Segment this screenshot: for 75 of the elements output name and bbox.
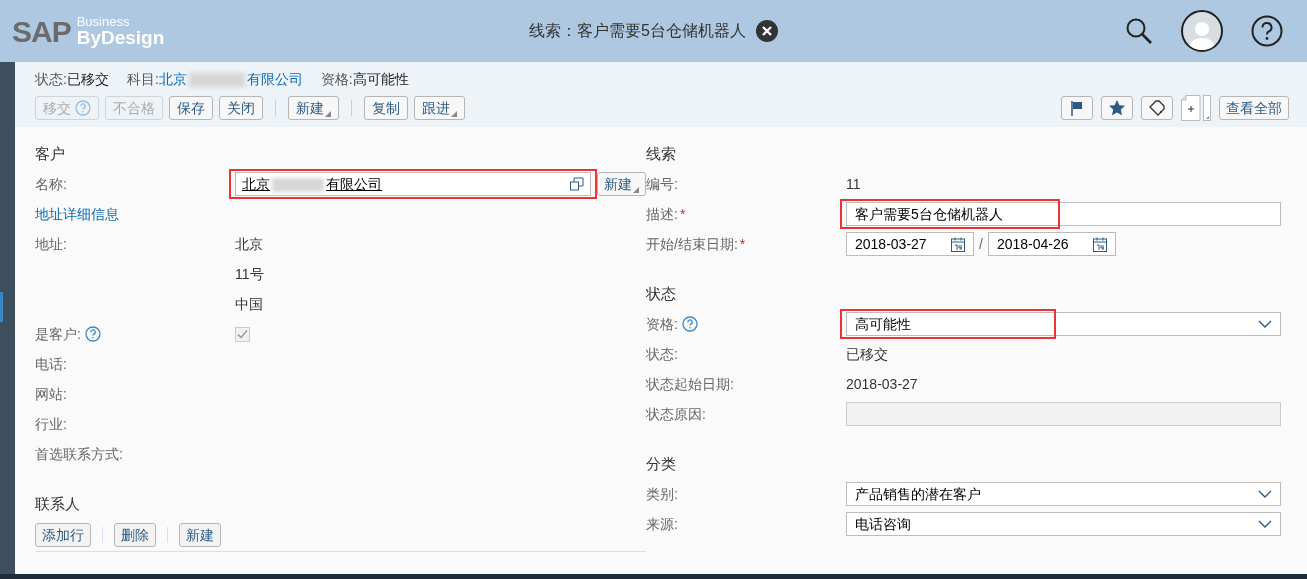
date-separator: /	[979, 234, 983, 254]
field-label: 资格:	[646, 314, 678, 334]
toolbar-button[interactable]: 跟进	[414, 96, 465, 120]
field-label: 行业:	[35, 414, 67, 434]
toolbar-button[interactable]: 保存	[169, 96, 213, 120]
toolbar-button[interactable]: 关闭	[219, 96, 263, 120]
section-title: 状态	[646, 284, 677, 304]
toolbar-button[interactable]: 新建	[288, 96, 339, 120]
open-window-icon	[570, 177, 584, 191]
calendar-icon	[951, 236, 965, 252]
input-field[interactable]: 客户需要5台仓储机器人	[846, 202, 1281, 226]
help-icon	[75, 100, 91, 116]
field-label: 名称:	[35, 174, 67, 194]
field-value: 11	[846, 174, 861, 194]
field-value: 高可能性	[352, 69, 409, 89]
field-label: 状态原因:	[646, 404, 706, 424]
search-icon[interactable]	[1125, 17, 1153, 45]
dropdown[interactable]: 电话咨询	[846, 512, 1281, 536]
field-label: 首选联系方式:	[35, 444, 123, 464]
field-label: 状态起始日期:	[646, 374, 734, 394]
field-value: 中国	[235, 294, 263, 314]
toolbar-separator	[275, 100, 276, 116]
tag-icon[interactable]	[1141, 96, 1173, 120]
field-label: 是客户:	[35, 324, 81, 344]
table-button[interactable]: 删除	[114, 523, 156, 547]
required-mark: *	[739, 234, 746, 254]
help-icon[interactable]	[1251, 15, 1283, 47]
field-value: 2018-03-27	[846, 374, 918, 394]
field-label: 类别:	[646, 484, 678, 504]
field-label: 状态:	[646, 344, 678, 364]
dropdown[interactable]: 高可能性	[846, 312, 1281, 336]
new-note-button[interactable]	[1181, 95, 1211, 121]
table-button[interactable]: 添加行	[35, 523, 91, 547]
window-title: 线索：客户需要5台仓储机器人	[529, 21, 746, 41]
date-field[interactable]: 2018-04-26	[987, 232, 1116, 256]
chevron-down-icon	[1258, 490, 1272, 498]
field-label: 地址:	[35, 234, 67, 254]
caret-icon	[451, 111, 457, 117]
new-button[interactable]: 新建	[597, 172, 646, 196]
field-label: 状态:	[35, 69, 67, 89]
field-label: 来源:	[646, 514, 678, 534]
field-label: 电话:	[35, 354, 67, 374]
caret-icon	[325, 111, 331, 117]
field-label: 资格:	[320, 69, 353, 89]
address-details-link[interactable]: 地址详细信息	[35, 203, 119, 225]
toolbar-button[interactable]: 复制	[364, 96, 408, 120]
field-value: 11号	[235, 264, 264, 284]
flag-icon[interactable]	[1061, 96, 1093, 120]
field-label: 描述:	[646, 204, 678, 224]
table-button[interactable]: 新建	[179, 523, 221, 547]
dropdown[interactable]: 产品销售的潜在客户	[846, 482, 1281, 506]
chevron-down-icon	[1258, 320, 1272, 328]
avatar-icon[interactable]	[1181, 10, 1223, 52]
field-label: 科目:	[126, 69, 159, 89]
checkbox[interactable]	[235, 326, 250, 342]
required-mark: *	[679, 204, 686, 224]
field-label: 编号:	[646, 174, 678, 194]
field-label: 开始/结束日期:	[646, 234, 738, 254]
view-all-button[interactable]: 查看全部	[1219, 96, 1289, 120]
section-title: 线索	[646, 144, 677, 164]
close-icon[interactable]	[755, 20, 778, 42]
input-field[interactable]	[846, 402, 1281, 426]
field-label: 网站:	[35, 384, 67, 404]
date-field[interactable]: 2018-03-27	[846, 232, 974, 256]
caret-icon	[633, 187, 639, 193]
input-field[interactable]: 北京 有限公司	[235, 172, 591, 196]
toolbar-separator	[351, 100, 352, 116]
calendar-icon	[1092, 236, 1107, 252]
chevron-down-icon	[1258, 520, 1272, 528]
field-value: 已移交	[846, 344, 888, 364]
field-value: 北京	[235, 234, 263, 254]
section-title: 联系人	[35, 494, 81, 514]
field-value: 已移交	[66, 69, 109, 89]
section-title: 分类	[646, 454, 677, 474]
section-title: 客户	[35, 144, 66, 164]
